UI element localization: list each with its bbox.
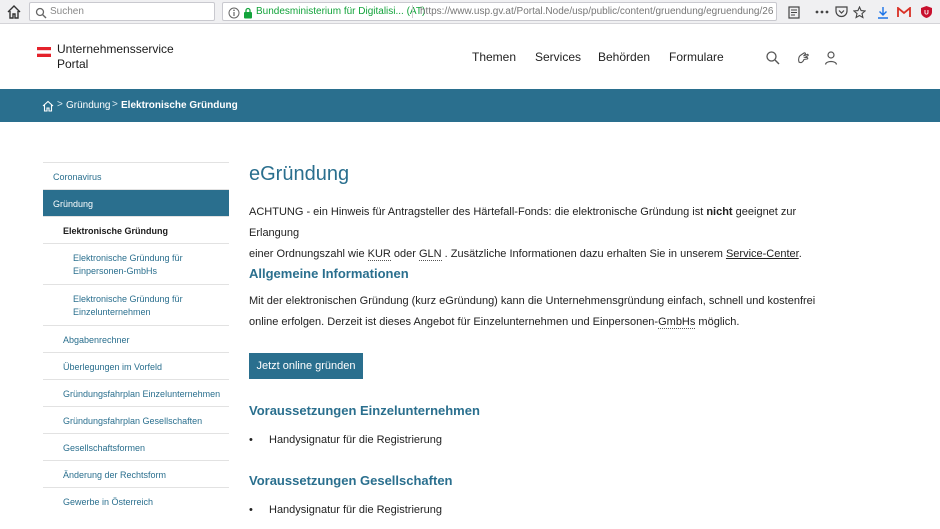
nav-behoerden[interactable]: Behörden [598, 50, 650, 64]
pocket-icon[interactable] [833, 4, 849, 20]
service-center-link[interactable]: Service-Center [726, 248, 799, 260]
info-paragraph: Mit der elektronischen Gründung (kurz eG… [249, 291, 849, 333]
site-identity[interactable]: Bundesministerium für Digitalisi... (AT) [256, 6, 425, 17]
lock-icon[interactable] [243, 6, 253, 19]
info-text: möglich. [695, 316, 740, 328]
more-icon[interactable] [814, 4, 830, 20]
section-heading-gesellschaften: Voraussetzungen Gesellschaften [249, 473, 453, 488]
sidebar-item-elektronische-gruendung[interactable]: Elektronische Gründung [43, 216, 229, 243]
abbr-gmbhs: GmbHs [658, 316, 696, 329]
logo-line-1: Unternehmensservice [57, 42, 174, 56]
notice-text: oder [390, 248, 419, 260]
sidebar-item-gruendung[interactable]: Gründung [43, 189, 229, 216]
abbr-gln: GLN [419, 248, 442, 261]
sidebar-item-gewerbe[interactable]: Gewerbe in Österreich [43, 487, 229, 514]
section-heading-einzelunternehmen: Voraussetzungen Einzelunternehmen [249, 403, 480, 418]
sidebar-item-abgabenrechner[interactable]: Abgabenrechner [43, 325, 229, 352]
address-bar[interactable]: Bundesministerium für Digitalisi... (AT)… [222, 2, 777, 21]
sidebar-item-ueberlegungen[interactable]: Überlegungen im Vorfeld [43, 352, 229, 379]
start-online-button[interactable]: Jetzt online gründen [249, 353, 363, 379]
notice-emphasis: nicht [706, 206, 733, 218]
gmail-icon[interactable] [896, 4, 912, 20]
bookmark-star-icon[interactable] [851, 4, 867, 20]
section-heading-allgemein: Allgemeine Informationen [249, 266, 409, 281]
breadcrumb-separator: > [112, 99, 118, 110]
nav-services[interactable]: Services [535, 50, 581, 64]
sidebar-item-fahrplan-einzelunternehmen[interactable]: Gründungsfahrplan Einzelunternehmen [43, 379, 229, 406]
home-icon[interactable] [42, 99, 54, 112]
notice-paragraph: ACHTUNG - ein Hinweis für Antragsteller … [249, 202, 849, 265]
notice-text: . Zusätzliche Informationen dazu erhalte… [441, 248, 726, 260]
breadcrumb-item-current: Elektronische Gründung [121, 100, 238, 111]
breadcrumb-item-gruendung[interactable]: Gründung [66, 100, 110, 111]
notice-text: ACHTUNG - ein Hinweis für Antragsteller … [249, 206, 707, 218]
search-icon [35, 6, 47, 19]
address-divider [412, 5, 413, 18]
url-text[interactable]: https://www.usp.gv.at/Portal.Node/usp/pu… [420, 6, 773, 17]
list-item-text: Handysignatur für die Registrierung [269, 434, 443, 446]
bullet-marker: • [249, 434, 253, 446]
sidebar-item-coronavirus[interactable]: Coronavirus [43, 162, 229, 189]
austria-flag-icon [37, 44, 51, 57]
sidebar-item-gesellschaftsformen[interactable]: Gesellschaftsformen [43, 433, 229, 460]
nav-formulare[interactable]: Formulare [669, 50, 724, 64]
bullet-marker: • [249, 504, 253, 516]
browser-search-box[interactable] [29, 2, 215, 21]
info-text: Mit der elektronischen Gründung (kurz eG… [249, 295, 816, 307]
sidebar-nav: Coronavirus Gründung Elektronische Gründ… [43, 162, 229, 514]
sidebar-item-rechtsform[interactable]: Änderung der Rechtsform [43, 460, 229, 487]
info-text: online erfolgen. Derzeit ist dieses Ange… [249, 316, 659, 328]
sidebar-item-egruendung-einzelunternehmen[interactable]: Elektronische Gründung für Einzelunterne… [43, 284, 229, 325]
notice-text: . [798, 248, 802, 260]
sign-language-icon[interactable] [795, 50, 811, 66]
browser-search-input[interactable] [50, 4, 210, 19]
reader-view-icon[interactable] [786, 4, 802, 20]
info-icon[interactable] [228, 6, 240, 19]
abbr-kur: KUR [367, 248, 391, 261]
breadcrumb-separator: > [57, 99, 63, 110]
search-icon[interactable] [765, 50, 781, 66]
shield-extension-icon[interactable]: U [918, 4, 934, 20]
home-icon[interactable] [6, 4, 22, 20]
nav-themen[interactable]: Themen [472, 50, 516, 64]
browser-toolbar: Bundesministerium für Digitalisi... (AT)… [0, 0, 940, 24]
svg-text:U: U [924, 10, 929, 17]
page-title: eGründung [249, 163, 350, 185]
logo-line-2: Portal [57, 57, 89, 71]
notice-text: einer Ordnungszahl wie [249, 248, 368, 260]
sidebar-item-egruendung-gmbhs[interactable]: Elektronische Gründung für Einpersonen-G… [43, 243, 229, 284]
user-icon[interactable] [823, 50, 839, 66]
sidebar-item-fahrplan-gesellschaften[interactable]: Gründungsfahrplan Gesellschaften [43, 406, 229, 433]
list-item-text: Handysignatur für die Registrierung [269, 504, 443, 516]
site-logo[interactable]: Unternehmensservice Portal [57, 42, 174, 72]
download-icon[interactable] [875, 4, 891, 20]
